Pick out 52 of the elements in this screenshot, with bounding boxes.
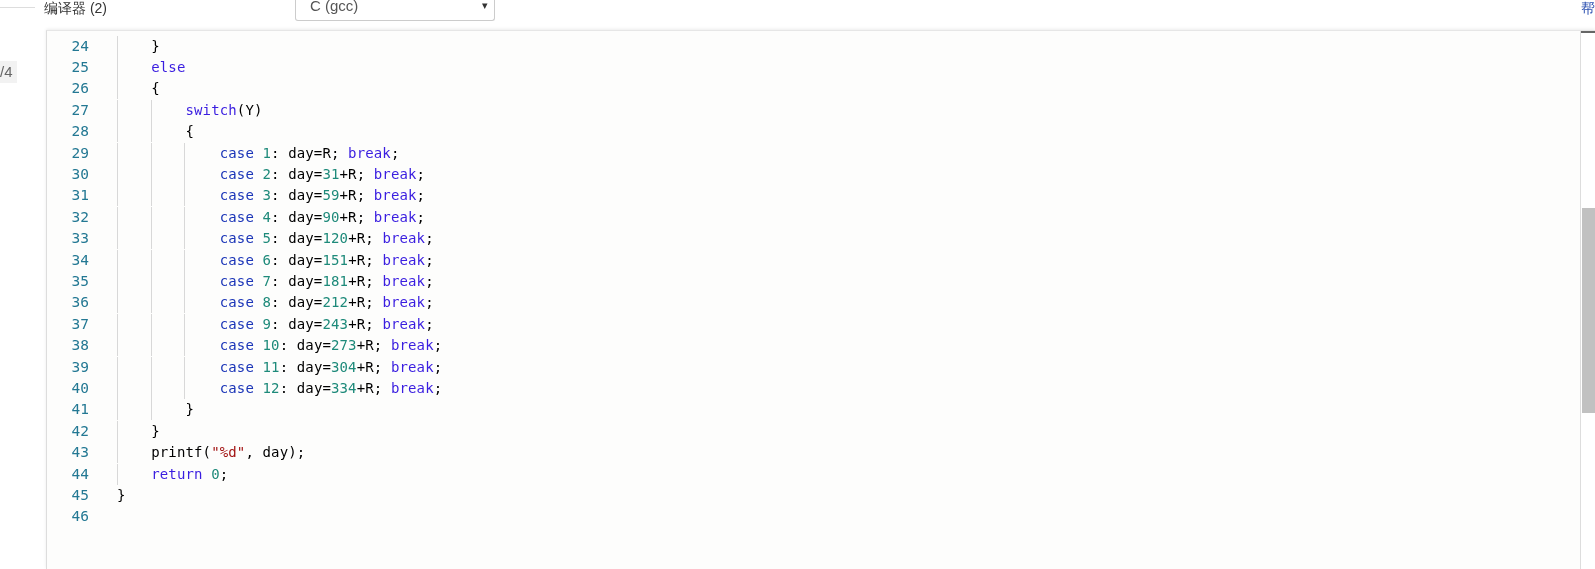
line-number: 25: [70, 59, 89, 76]
code-line: case 9: day=243+R; break;: [117, 315, 434, 332]
line-number: 29: [70, 144, 89, 161]
line-number: 34: [70, 251, 89, 268]
help-link[interactable]: 帮: [1581, 0, 1595, 16]
line-number: 30: [70, 166, 89, 183]
tab-label[interactable]: 编译器 (2): [44, 0, 107, 16]
code-line: case 4: day=90+R; break;: [117, 208, 426, 225]
caret-icon: ▾: [482, 0, 488, 10]
code-line: case 11: day=304+R; break;: [117, 358, 443, 375]
line-number: 44: [70, 465, 89, 482]
code-line: {: [117, 80, 160, 97]
line-number: 26: [70, 80, 89, 97]
line-number: 36: [70, 294, 89, 311]
line-number: 27: [70, 101, 89, 118]
line-number: 28: [70, 123, 89, 140]
code-line: {: [117, 123, 195, 140]
code-line: case 8: day=212+R; break;: [117, 294, 434, 311]
line-number: 33: [70, 230, 89, 247]
scrollbar-thumb[interactable]: [1582, 208, 1595, 413]
code-line: case 7: day=181+R; break;: [117, 273, 434, 289]
line-number: 45: [70, 486, 89, 503]
code-line: else: [117, 59, 186, 76]
code-line: printf("%d", day);: [117, 444, 306, 461]
language-select[interactable]: C (gcc) ▾: [295, 0, 495, 21]
code-line: }: [117, 401, 195, 418]
code-line: switch(Y): [117, 101, 263, 118]
line-number: 35: [70, 273, 89, 289]
code-line: case 1: day=R; break;: [117, 144, 400, 161]
line-number: 40: [70, 379, 89, 396]
line-number: 46: [70, 508, 89, 525]
code-line: }: [117, 37, 160, 54]
code-line: }: [117, 486, 126, 503]
code-line: case 5: day=120+R; break;: [117, 230, 434, 247]
line-number: 32: [70, 208, 89, 225]
line-number: 24: [70, 37, 89, 54]
code-line: case 3: day=59+R; break;: [117, 187, 426, 204]
scrollbar-track[interactable]: [1580, 31, 1595, 569]
code-line: case 2: day=31+R; break;: [117, 166, 426, 183]
code-line: case 12: day=334+R; break;: [117, 379, 443, 396]
code-line: case 10: day=273+R; break;: [117, 337, 443, 354]
page-badge: /4: [0, 61, 17, 83]
line-number: 38: [70, 337, 89, 354]
line-number: 39: [70, 358, 89, 375]
line-number: 42: [70, 422, 89, 439]
line-number: 41: [70, 401, 89, 418]
code-line: return 0;: [117, 465, 229, 482]
line-number: 37: [70, 315, 89, 332]
code-line: case 6: day=151+R; break;: [117, 251, 434, 268]
code-line: }: [117, 422, 160, 439]
line-number: 31: [70, 187, 89, 204]
line-number: 43: [70, 444, 89, 461]
